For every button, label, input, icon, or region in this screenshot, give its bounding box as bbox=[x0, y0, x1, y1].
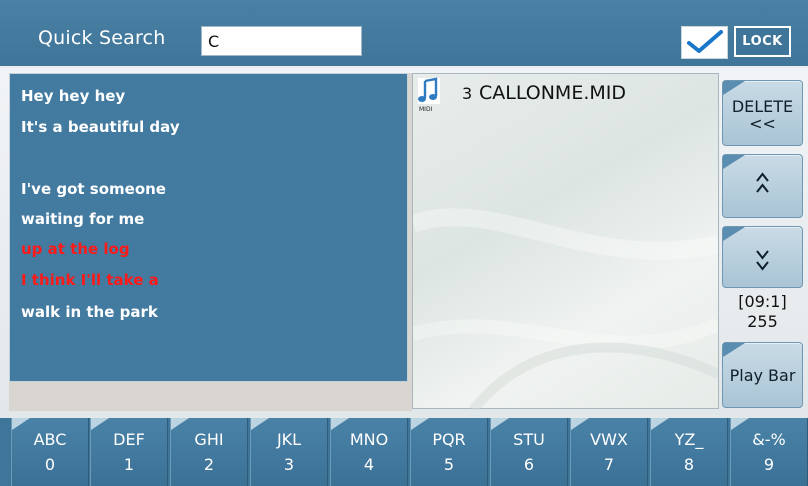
key-digit: 6 bbox=[523, 455, 535, 474]
delete-button[interactable]: DELETE << bbox=[722, 80, 803, 146]
midi-icon: MIDI bbox=[418, 77, 440, 113]
double-chevron-down-icon bbox=[756, 250, 769, 271]
quick-search-input[interactable] bbox=[201, 26, 362, 56]
key-yz[interactable]: YZ_ 8 bbox=[650, 418, 728, 486]
lyric-line: I've got someone bbox=[21, 180, 166, 198]
key-corner-tab bbox=[331, 418, 349, 430]
delete-arrow: << bbox=[749, 114, 776, 133]
lock-button[interactable]: LOCK bbox=[734, 26, 791, 57]
file-index: 3 bbox=[462, 84, 473, 103]
key-symbols[interactable]: &-% 9 bbox=[730, 418, 808, 486]
position-counter: [09:1] 255 bbox=[722, 292, 803, 332]
key-corner-tab bbox=[251, 418, 269, 430]
key-def[interactable]: DEF 1 bbox=[90, 418, 168, 486]
key-corner-tab bbox=[171, 418, 189, 430]
header-bar: Quick Search LOCK bbox=[0, 0, 808, 68]
check-icon bbox=[687, 30, 723, 53]
double-chevron-up-icon bbox=[756, 172, 769, 193]
key-pqr[interactable]: PQR 5 bbox=[410, 418, 488, 486]
key-corner-tab bbox=[411, 418, 429, 430]
file-list[interactable]: MIDI 3 CALLONME.MID bbox=[412, 73, 719, 410]
key-digit: 2 bbox=[203, 455, 215, 474]
lock-checkbox[interactable] bbox=[681, 26, 728, 59]
lyric-line-highlighted: up at the log bbox=[21, 240, 130, 258]
key-digit: 8 bbox=[683, 455, 695, 474]
lyrics-panel: Hey hey hey It's a beautiful day I've go… bbox=[9, 73, 408, 382]
key-digit: 7 bbox=[603, 455, 615, 474]
key-vwx[interactable]: VWX 7 bbox=[570, 418, 648, 486]
play-bar-button[interactable]: Play Bar bbox=[722, 342, 803, 408]
lyric-line: It's a beautiful day bbox=[21, 118, 180, 136]
file-list-background bbox=[413, 208, 718, 410]
key-digit: 0 bbox=[44, 455, 56, 474]
counter-total: 255 bbox=[747, 312, 778, 331]
key-letters: &-% bbox=[752, 430, 786, 449]
delete-label: DELETE bbox=[731, 97, 794, 116]
quick-search-label: Quick Search bbox=[38, 27, 166, 49]
key-jkl[interactable]: JKL 3 bbox=[250, 418, 328, 486]
scroll-down-button[interactable] bbox=[722, 226, 803, 288]
key-mno[interactable]: MNO 4 bbox=[330, 418, 408, 486]
play-bar-label: Play Bar bbox=[729, 366, 796, 385]
key-letters: JKL bbox=[276, 430, 302, 449]
key-digit: 3 bbox=[283, 455, 295, 474]
key-letters: DEF bbox=[113, 430, 145, 449]
button-corner-tab bbox=[723, 343, 745, 357]
key-corner-tab bbox=[12, 418, 30, 430]
key-stu[interactable]: STU 6 bbox=[490, 418, 568, 486]
key-corner-tab bbox=[731, 418, 749, 430]
lyric-line-highlighted: I think I'll take a bbox=[21, 271, 159, 289]
button-corner-tab bbox=[723, 81, 745, 95]
lyric-line: walk in the park bbox=[21, 303, 158, 321]
lyric-line: Hey hey hey bbox=[21, 87, 126, 105]
lyrics-frame: Hey hey hey It's a beautiful day I've go… bbox=[9, 73, 412, 411]
letter-keypad: ABC 0 DEF 1 GHI 2 JKL 3 MNO 4 PQR 5 STU … bbox=[0, 418, 808, 486]
key-corner-tab bbox=[651, 418, 669, 430]
key-ghi[interactable]: GHI 2 bbox=[170, 418, 248, 486]
key-corner-tab bbox=[91, 418, 109, 430]
scroll-up-button[interactable] bbox=[722, 154, 803, 218]
key-digit: 9 bbox=[763, 455, 775, 474]
key-letters: PQR bbox=[432, 430, 466, 449]
counter-position: [09:1] bbox=[738, 292, 787, 311]
key-digit: 1 bbox=[123, 455, 135, 474]
midi-icon-caption: MIDI bbox=[419, 106, 433, 113]
key-letters: VWX bbox=[590, 430, 628, 449]
key-digit: 5 bbox=[443, 455, 455, 474]
key-letters: STU bbox=[513, 430, 545, 449]
file-name: CALLONME.MID bbox=[479, 82, 626, 104]
key-abc[interactable]: ABC 0 bbox=[11, 418, 89, 486]
key-corner-tab bbox=[571, 418, 589, 430]
key-letters: YZ_ bbox=[674, 430, 704, 449]
key-letters: MNO bbox=[349, 430, 389, 449]
lyric-line: waiting for me bbox=[21, 210, 145, 228]
file-list-item[interactable]: MIDI 3 CALLONME.MID bbox=[413, 74, 718, 116]
key-letters: GHI bbox=[194, 430, 224, 449]
key-corner-tab bbox=[491, 418, 509, 430]
key-letters: ABC bbox=[33, 430, 67, 449]
key-digit: 4 bbox=[363, 455, 375, 474]
